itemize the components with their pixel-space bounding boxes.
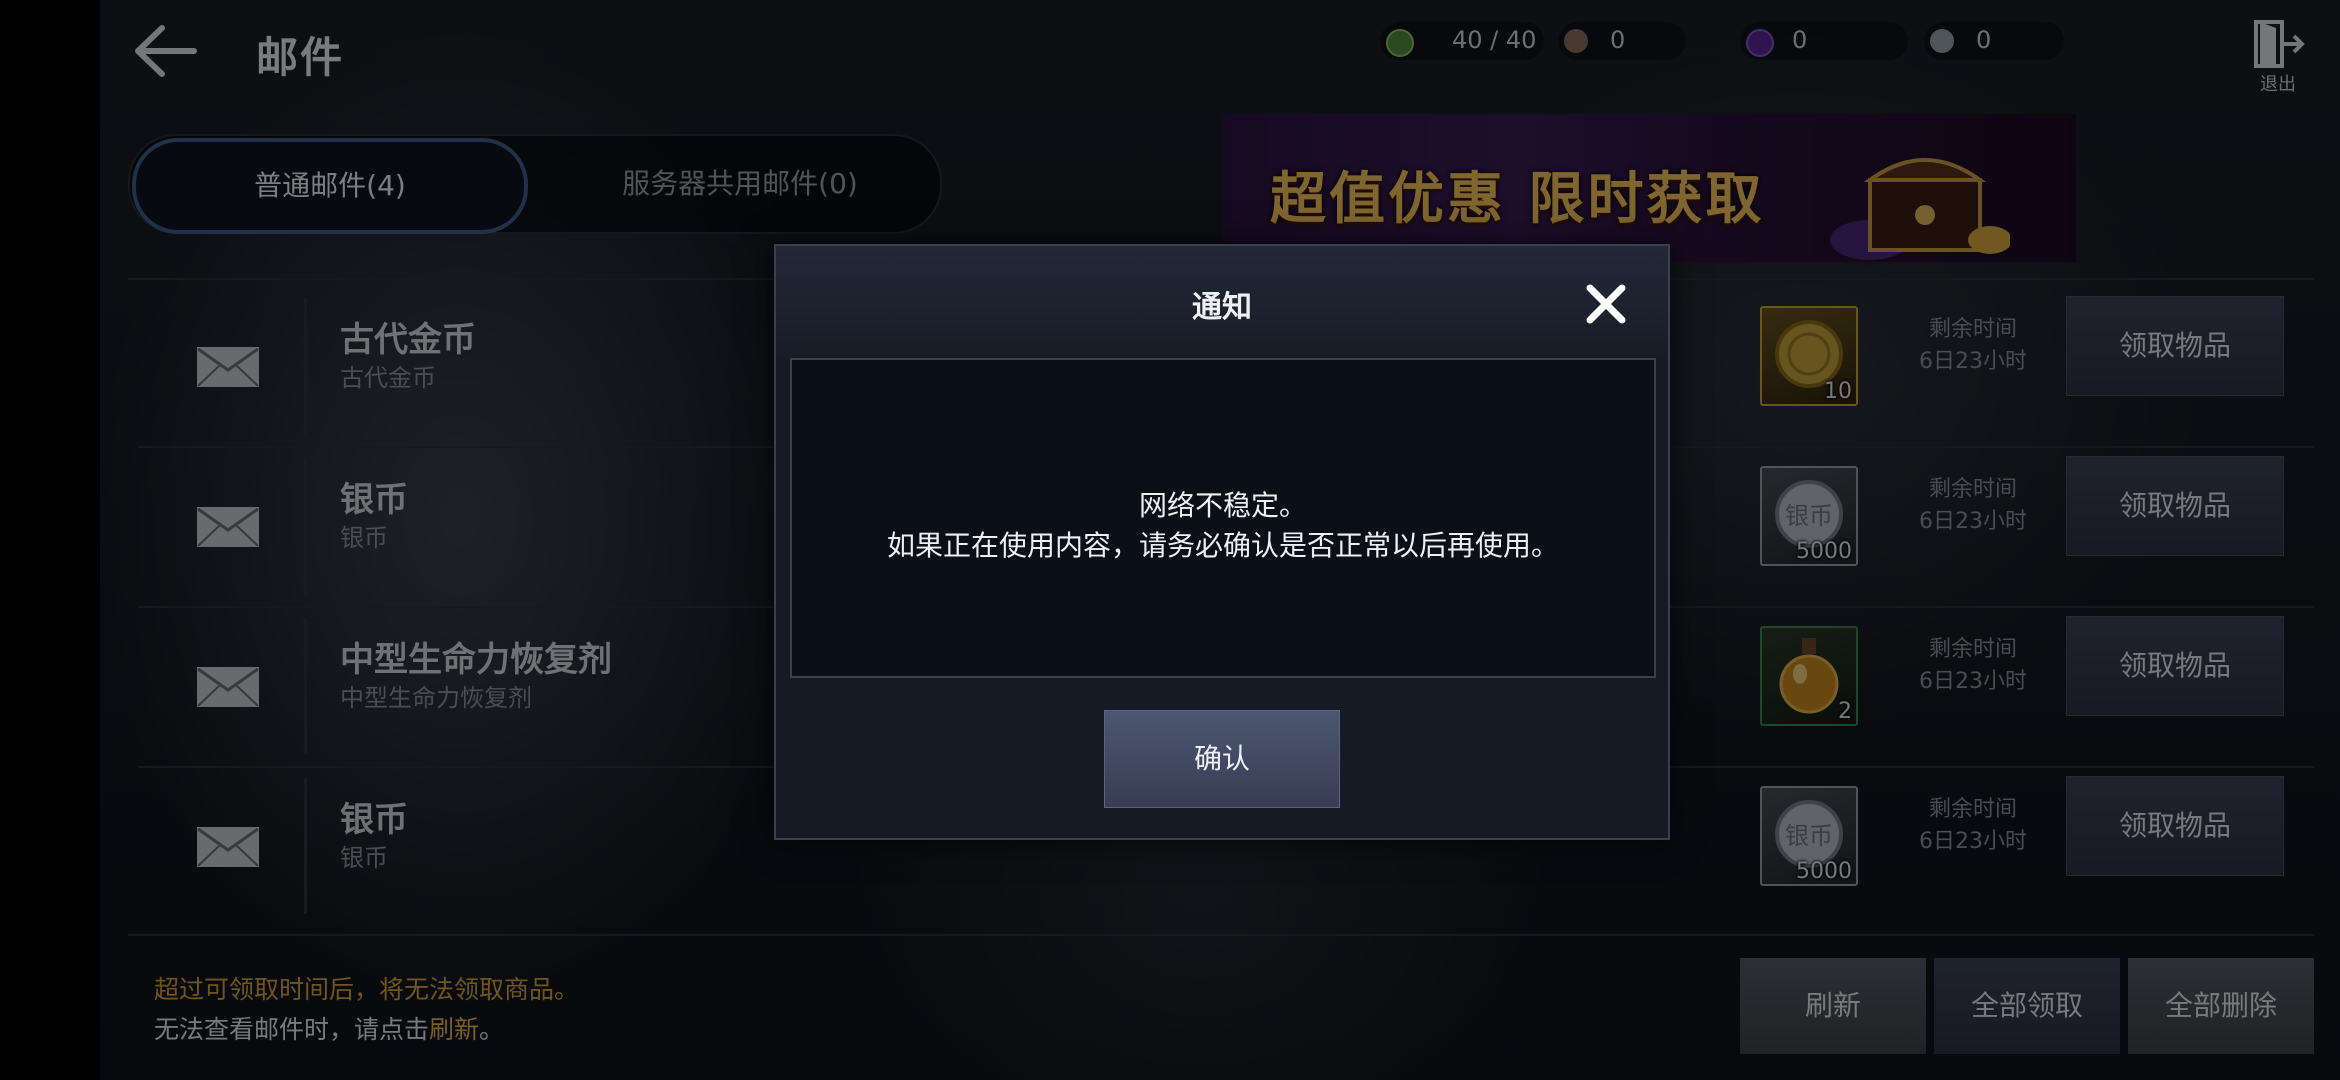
notification-dialog: 通知 网络不稳定。 如果正在使用内容，请务必确认是否正常以后再使用。 确认: [774, 244, 1670, 840]
dialog-message-box: 网络不稳定。 如果正在使用内容，请务必确认是否正常以后再使用。: [790, 358, 1656, 678]
dialog-message-line1: 网络不稳定。: [1138, 489, 1307, 522]
dialog-title: 通知: [1192, 290, 1252, 325]
dialog-message-line2: 如果正在使用内容，请务必确认是否正常以后再使用。: [886, 529, 1559, 562]
close-icon[interactable]: [1582, 280, 1630, 328]
confirm-button[interactable]: 确认: [1104, 710, 1340, 808]
dialog-header: 通知: [776, 246, 1668, 358]
